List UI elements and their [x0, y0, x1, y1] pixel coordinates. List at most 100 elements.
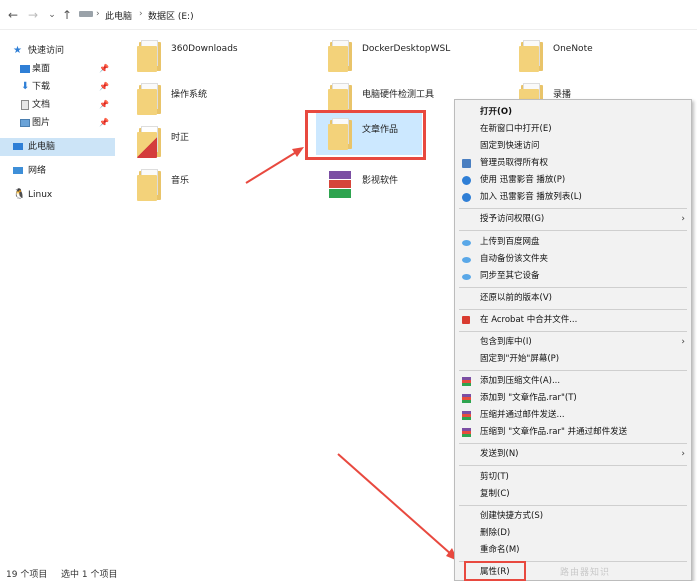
menu-item-open[interactable]: 打开(O) — [455, 104, 691, 121]
menu-separator — [459, 443, 687, 444]
baidu-cloud-icon — [462, 274, 471, 280]
winrar-archive-icon — [328, 169, 352, 201]
menu-item-label: 压缩到 "文章作品.rar" 并通过邮件发送 — [480, 427, 628, 437]
forward-arrow-icon[interactable]: → — [26, 8, 40, 22]
menu-item-label: 打开(O) — [480, 107, 512, 117]
sidebar-item-label: 快速访问 — [28, 46, 65, 56]
sidebar-item-this-pc[interactable]: 此电脑 — [0, 138, 115, 156]
star-icon: ★ — [13, 45, 22, 56]
folder-icon — [137, 126, 161, 158]
acrobat-icon — [462, 316, 470, 324]
winrar-icon — [462, 394, 471, 403]
menu-item-thunder-playlist[interactable]: 加入 迅雷影音 播放列表(L) — [455, 189, 691, 206]
breadcrumb-drive-e[interactable]: 数据区 (E:) — [148, 9, 194, 22]
desktop-icon — [20, 65, 30, 73]
sidebar-item-label: 网络 — [28, 166, 47, 176]
sidebar-item-label: 下载 — [32, 82, 51, 92]
watermark-text: 路由器知识 — [560, 568, 611, 578]
annotation-box-properties — [464, 561, 526, 581]
menu-item-include-library[interactable]: 包含到库中(I) › — [455, 334, 691, 351]
menu-item-take-ownership[interactable]: 管理员取得所有权 — [455, 155, 691, 172]
menu-item-sync-devices[interactable]: 同步至其它设备 — [455, 268, 691, 285]
context-menu: 打开(O) 在新窗口中打开(E) 固定到快速访问 管理员取得所有权 使用 迅雷影… — [454, 99, 692, 581]
breadcrumb-this-pc[interactable]: 此电脑 — [105, 9, 132, 22]
menu-item-label: 包含到库中(I) — [480, 337, 532, 347]
submenu-arrow-icon: › — [681, 449, 685, 459]
folder-icon — [137, 83, 161, 115]
download-arrow-icon: ⬇ — [21, 81, 30, 92]
menu-item-create-shortcut[interactable]: 创建快捷方式(S) — [455, 508, 691, 525]
pin-icon[interactable]: 📌 — [99, 114, 109, 132]
menu-item-add-to-rar[interactable]: 添加到 "文章作品.rar"(T) — [455, 390, 691, 407]
folder-item[interactable]: 操作系统 — [137, 83, 287, 125]
status-item-count: 19 个项目 — [6, 570, 48, 580]
menu-separator — [459, 465, 687, 466]
sidebar-item-pictures[interactable]: 图片 📌 — [0, 114, 115, 132]
breadcrumb-separator: › — [96, 9, 100, 19]
folder-item[interactable]: 时正 — [137, 126, 287, 168]
folder-name: DockerDesktopWSL — [362, 44, 451, 54]
sidebar-item-downloads[interactable]: ⬇ 下载 📌 — [0, 78, 115, 96]
folder-name: 电脑硬件检测工具 — [362, 90, 435, 100]
submenu-arrow-icon: › — [681, 337, 685, 347]
menu-item-label: 发送到(N) — [480, 449, 519, 459]
menu-item-delete[interactable]: 删除(D) — [455, 525, 691, 542]
menu-separator — [459, 505, 687, 506]
submenu-arrow-icon: › — [681, 214, 685, 224]
menu-item-label: 同步至其它设备 — [480, 271, 540, 281]
sidebar-item-linux[interactable]: 🐧 Linux — [0, 186, 115, 204]
menu-item-add-archive[interactable]: 添加到压缩文件(A)... — [455, 373, 691, 390]
picture-icon — [20, 119, 30, 127]
up-arrow-icon[interactable]: ↑ — [60, 8, 74, 22]
menu-item-auto-backup[interactable]: 自动备份该文件夹 — [455, 251, 691, 268]
menu-item-pin-quick-access[interactable]: 固定到快速访问 — [455, 138, 691, 155]
menu-item-compress-email[interactable]: 压缩并通过邮件发送... — [455, 407, 691, 424]
menu-item-open-new-window[interactable]: 在新窗口中打开(E) — [455, 121, 691, 138]
sidebar-item-quick-access[interactable]: ★ 快速访问 — [0, 42, 115, 60]
pin-icon[interactable]: 📌 — [99, 78, 109, 96]
winrar-icon — [462, 428, 471, 437]
menu-separator — [459, 287, 687, 288]
folder-name: 360Downloads — [171, 44, 238, 54]
sidebar-item-documents[interactable]: 文档 📌 — [0, 96, 115, 114]
pin-icon[interactable]: 📌 — [99, 60, 109, 78]
folder-item[interactable]: 音乐 — [137, 169, 287, 211]
menu-item-upload-baidu[interactable]: 上传到百度网盘 — [455, 234, 691, 251]
folder-icon — [519, 40, 543, 72]
baidu-cloud-icon — [462, 240, 471, 246]
folder-name: 时正 — [171, 133, 190, 143]
menu-separator — [459, 309, 687, 310]
menu-item-acrobat-combine[interactable]: 在 Acrobat 中合并文件... — [455, 312, 691, 329]
menu-item-label: 创建快捷方式(S) — [480, 511, 544, 521]
menu-item-label: 删除(D) — [480, 528, 511, 538]
menu-item-give-access[interactable]: 授予访问权限(G) › — [455, 211, 691, 228]
menu-item-copy[interactable]: 复制(C) — [455, 486, 691, 503]
baidu-cloud-icon — [462, 257, 471, 263]
back-arrow-icon[interactable]: ← — [6, 8, 20, 22]
folder-item[interactable]: 360Downloads — [137, 40, 287, 82]
sidebar-item-label: 此电脑 — [28, 142, 56, 152]
sidebar-item-network[interactable]: 网络 — [0, 162, 115, 180]
menu-item-send-to[interactable]: 发送到(N) › — [455, 446, 691, 463]
folder-icon — [328, 40, 352, 72]
menu-item-rename[interactable]: 重命名(M) — [455, 542, 691, 559]
menu-item-label: 上传到百度网盘 — [480, 237, 540, 247]
sidebar-item-desktop[interactable]: 桌面 📌 — [0, 60, 115, 78]
recent-locations-icon[interactable]: ⌄ — [45, 8, 59, 22]
winrar-icon — [462, 411, 471, 420]
folder-item[interactable]: OneNote — [519, 40, 669, 82]
folder-name: 操作系统 — [171, 90, 208, 100]
menu-item-label: 压缩并通过邮件发送... — [480, 410, 565, 420]
pin-icon[interactable]: 📌 — [99, 96, 109, 114]
menu-item-label: 在 Acrobat 中合并文件... — [480, 315, 578, 325]
menu-item-pin-start[interactable]: 固定到"开始"屏幕(P) — [455, 351, 691, 368]
menu-separator — [459, 230, 687, 231]
menu-separator — [459, 370, 687, 371]
status-selection-count: 选中 1 个项目 — [61, 570, 118, 580]
menu-item-compress-rar-email[interactable]: 压缩到 "文章作品.rar" 并通过邮件发送 — [455, 424, 691, 441]
menu-item-thunder-play[interactable]: 使用 迅雷影音 播放(P) — [455, 172, 691, 189]
menu-item-restore-versions[interactable]: 还原以前的版本(V) — [455, 290, 691, 307]
menu-item-label: 自动备份该文件夹 — [480, 254, 549, 264]
folder-item[interactable]: DockerDesktopWSL — [328, 40, 478, 82]
menu-item-cut[interactable]: 剪切(T) — [455, 469, 691, 486]
